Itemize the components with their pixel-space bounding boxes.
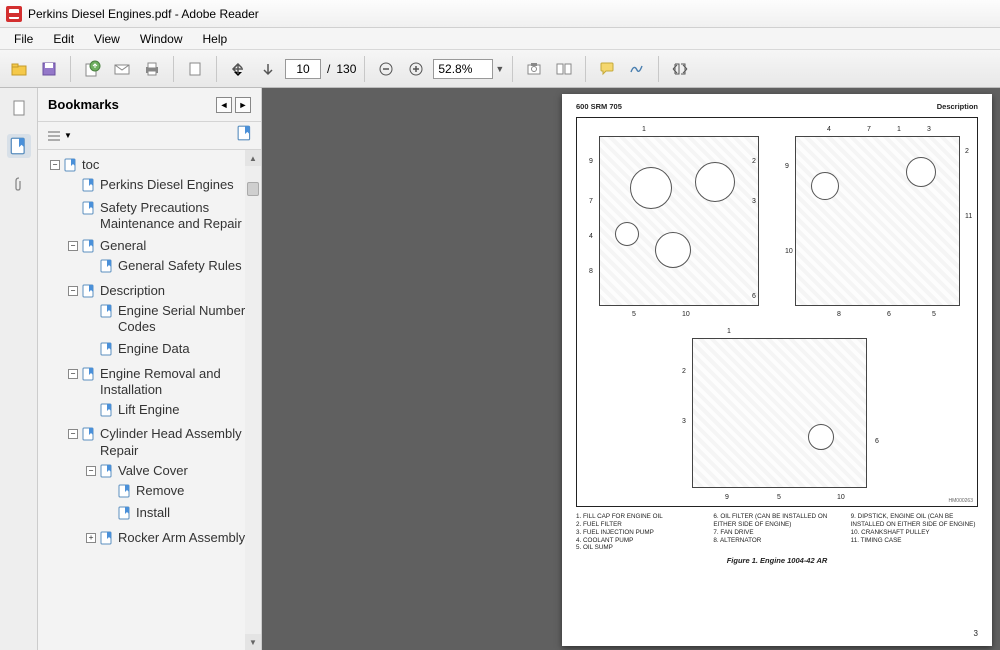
email-button[interactable] <box>109 56 135 82</box>
zoom-out-button[interactable] <box>373 56 399 82</box>
bookmark-icon <box>82 239 96 253</box>
zoom-input[interactable] <box>433 59 493 79</box>
bookmarks-scrollbar[interactable]: ▲ ▼ <box>245 150 261 650</box>
bookmark-icon <box>100 403 114 417</box>
bookmark-rocker-arm[interactable]: +Rocker Arm Assembly <box>84 529 261 547</box>
page-thumbnails-tab[interactable] <box>7 96 31 120</box>
bookmark-icon <box>82 178 96 192</box>
toolbar-separator <box>658 56 659 82</box>
next-page-button[interactable] <box>255 56 281 82</box>
bookmark-valve-cover[interactable]: −Valve Cover <box>84 462 261 480</box>
zoom-dropdown-icon[interactable]: ▼ <box>495 64 504 74</box>
new-bookmark-button[interactable] <box>237 125 253 146</box>
bookmark-safety-precautions[interactable]: Safety Precautions Maintenance and Repai… <box>66 199 261 234</box>
zoom-in-button[interactable] <box>403 56 429 82</box>
bookmark-icon <box>100 304 114 318</box>
reading-mode-button[interactable] <box>667 56 693 82</box>
image-id: HM000263 <box>949 498 973 504</box>
comment-button[interactable] <box>594 56 620 82</box>
pdf-page: 600 SRM 705 Description 9 7 4 8 1 2 3 6 <box>562 94 992 646</box>
bookmarks-tree: −toc Perkins Diesel Engines Safety Preca… <box>38 150 261 650</box>
collapse-icon[interactable]: − <box>68 241 78 251</box>
page-thumbnails-button[interactable] <box>182 56 208 82</box>
open-file-button[interactable] <box>6 56 32 82</box>
collapse-icon[interactable]: − <box>68 429 78 439</box>
bookmark-toc[interactable]: −toc <box>48 156 261 174</box>
toolbar-separator <box>216 56 217 82</box>
expand-icon[interactable]: + <box>86 533 96 543</box>
bookmark-icon <box>100 342 114 356</box>
bookmark-icon <box>82 284 96 298</box>
bookmark-icon <box>82 427 96 441</box>
bookmark-engine-serial-codes[interactable]: Engine Serial Number Codes <box>84 302 261 337</box>
menu-edit[interactable]: Edit <box>43 30 84 48</box>
save-button[interactable] <box>36 56 62 82</box>
menu-bar: File Edit View Window Help <box>0 28 1000 50</box>
bookmark-engine-data[interactable]: Engine Data <box>84 340 261 358</box>
collapse-icon[interactable]: − <box>68 369 78 379</box>
bookmarks-title: Bookmarks <box>48 97 119 112</box>
page-number-input[interactable] <box>285 59 321 79</box>
bookmark-icon <box>100 464 114 478</box>
page-number: 3 <box>974 629 978 638</box>
document-area[interactable]: 600 SRM 705 Description 9 7 4 8 1 2 3 6 <box>262 88 1000 650</box>
page-header-right: Description <box>937 102 978 111</box>
bookmark-install[interactable]: Install <box>102 504 261 522</box>
convert-button[interactable] <box>79 56 105 82</box>
figure-caption: Figure 1. Engine 1004-42 AR <box>562 556 992 565</box>
bookmark-icon <box>100 259 114 273</box>
bookmark-engine-removal[interactable]: −Engine Removal and Installation <box>66 365 261 400</box>
toolbar-separator <box>364 56 365 82</box>
bookmark-description[interactable]: −Description <box>66 282 261 300</box>
scroll-up-icon[interactable]: ▲ <box>245 150 261 166</box>
toolbar-separator <box>70 56 71 82</box>
window-title: Perkins Diesel Engines.pdf - Adobe Reade… <box>28 7 259 21</box>
collapse-icon[interactable]: − <box>86 466 96 476</box>
attachments-tab[interactable] <box>7 172 31 196</box>
bookmark-icon <box>118 484 132 498</box>
bookmark-icon <box>82 367 96 381</box>
bookmarks-tab[interactable] <box>7 134 31 158</box>
bookmark-icon <box>82 201 96 215</box>
bookmark-general[interactable]: −General <box>66 237 261 255</box>
menu-file[interactable]: File <box>4 30 43 48</box>
bookmarks-toolbar: ▼ <box>38 122 261 150</box>
bookmark-options-button[interactable]: ▼ <box>46 129 72 143</box>
bookmark-icon <box>64 158 78 172</box>
page-separator: / <box>327 62 330 76</box>
bookmark-icon <box>118 506 132 520</box>
page-header-left: 600 SRM 705 <box>576 102 622 111</box>
menu-help[interactable]: Help <box>193 30 238 48</box>
sign-button[interactable] <box>624 56 650 82</box>
side-tab-strip <box>0 88 38 650</box>
figure-box: 9 7 4 8 1 2 3 6 5 10 9 10 4 7 1 <box>576 117 978 507</box>
view-mode-button[interactable] <box>551 56 577 82</box>
toolbar-separator <box>512 56 513 82</box>
scroll-down-icon[interactable]: ▼ <box>245 634 261 650</box>
bookmark-general-safety-rules[interactable]: General Safety Rules <box>84 257 261 275</box>
menu-window[interactable]: Window <box>130 30 193 48</box>
menu-view[interactable]: View <box>84 30 130 48</box>
main-toolbar: / 130 ▼ <box>0 50 1000 88</box>
pdf-file-icon <box>6 6 22 22</box>
figure-legend: 1. FILL CAP FOR ENGINE OIL 2. FUEL FILTE… <box>562 511 992 552</box>
snapshot-button[interactable] <box>521 56 547 82</box>
bookmark-prev-button[interactable]: ◄ <box>216 97 232 113</box>
toolbar-separator <box>173 56 174 82</box>
bookmark-cylinder-head[interactable]: −Cylinder Head Assembly Repair <box>66 425 261 460</box>
page-total: 130 <box>336 62 356 76</box>
bookmark-remove[interactable]: Remove <box>102 482 261 500</box>
collapse-icon[interactable]: − <box>50 160 60 170</box>
print-button[interactable] <box>139 56 165 82</box>
toolbar-separator <box>585 56 586 82</box>
bookmark-icon <box>100 531 114 545</box>
bookmark-next-button[interactable]: ► <box>235 97 251 113</box>
window-titlebar: Perkins Diesel Engines.pdf - Adobe Reade… <box>0 0 1000 28</box>
bookmark-perkins-diesel-engines[interactable]: Perkins Diesel Engines <box>66 176 261 194</box>
prev-page-button[interactable] <box>225 56 251 82</box>
collapse-icon[interactable]: − <box>68 286 78 296</box>
scroll-thumb[interactable] <box>247 182 259 196</box>
bookmark-lift-engine[interactable]: Lift Engine <box>84 401 261 419</box>
bookmarks-panel: Bookmarks ◄ ► ▼ −toc Perkins Diesel Engi… <box>38 88 262 650</box>
